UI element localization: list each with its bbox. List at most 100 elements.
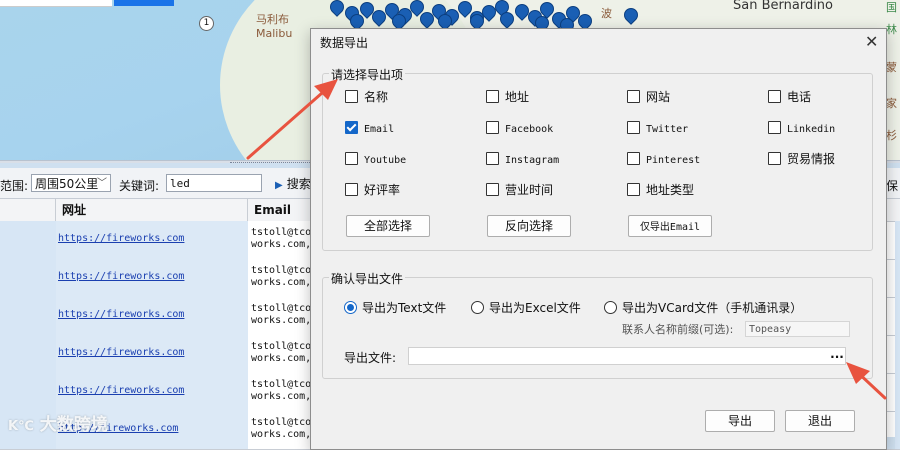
checkbox-box[interactable] — [345, 183, 358, 196]
checkbox-label: Facebook — [505, 124, 554, 135]
checkbox-box[interactable] — [486, 183, 499, 196]
url-link[interactable]: https://fireworks.com — [58, 309, 184, 320]
row-selector[interactable] — [0, 373, 57, 411]
map-label-malibu-cn: 马利布 — [256, 13, 289, 26]
keyword-label: 关键词: — [119, 179, 160, 193]
chevron-down-icon: ﹀ — [97, 178, 107, 189]
invert-select-button[interactable]: 反向选择 — [487, 215, 571, 237]
checkbox-6[interactable]: Twitter — [627, 121, 688, 137]
checkbox-2[interactable]: 网站 — [627, 90, 670, 106]
url-link[interactable]: https://fireworks.com — [58, 271, 184, 282]
email-text: works.com,s — [251, 353, 318, 364]
email-text: tstoll@tcor — [251, 227, 318, 238]
checkbox-13[interactable]: 营业时间 — [486, 183, 553, 199]
checkbox-14[interactable]: 地址类型 — [627, 183, 694, 199]
checkbox-7[interactable]: Linkedin — [768, 121, 835, 137]
checkbox-3[interactable]: 电话 — [768, 90, 811, 106]
radio-dot[interactable] — [604, 301, 617, 314]
close-icon[interactable]: ✕ — [865, 32, 878, 51]
row-tail — [895, 259, 900, 297]
checkbox-box[interactable] — [345, 90, 358, 103]
map-search-button[interactable] — [114, 0, 174, 6]
checkbox-box[interactable] — [345, 121, 358, 134]
checkbox-box[interactable] — [486, 121, 499, 134]
url-cell: https://fireworks.com — [56, 335, 249, 373]
checkbox-4[interactable]: Email — [345, 121, 394, 137]
checkbox-label: Email — [364, 124, 395, 135]
search-button[interactable]: ▶ 搜索 — [275, 175, 311, 192]
export-file-input[interactable] — [408, 347, 846, 365]
checkbox-9[interactable]: Instagram — [486, 152, 559, 168]
radio-dot[interactable] — [344, 301, 357, 314]
export-fields-group: 请选择导出项 名称 地址 网站 电话 Email Facebook Twitter Linke… — [322, 66, 873, 251]
column-header-email[interactable]: Email — [248, 199, 318, 221]
export-format-radio-2[interactable]: 导出为VCard文件（手机通讯录） — [604, 301, 802, 317]
checkbox-box[interactable] — [627, 121, 640, 134]
column-header-tail — [895, 199, 900, 221]
checkbox-12[interactable]: 好评率 — [345, 183, 400, 199]
checkbox-label: Instagram — [505, 155, 560, 166]
map-label-right-5: 杉 — [886, 129, 897, 142]
url-link[interactable]: https://fireworks.com — [58, 385, 184, 396]
contact-prefix-input[interactable]: Topeasy — [745, 321, 850, 337]
select-all-button[interactable]: 全部选择 — [346, 215, 430, 237]
email-text: works.com,s — [251, 429, 318, 440]
row-selector[interactable] — [0, 259, 57, 297]
checkbox-label: 网站 — [646, 90, 671, 104]
checkbox-11[interactable]: 贸易情报 — [768, 152, 835, 168]
export-format-radio-1[interactable]: 导出为Excel文件 — [471, 301, 581, 317]
checkbox-box[interactable] — [486, 90, 499, 103]
email-text: tstoll@tcor — [251, 417, 318, 428]
checkbox-box[interactable] — [627, 152, 640, 165]
exit-button[interactable]: 退出 — [785, 410, 855, 432]
checkbox-0[interactable]: 名称 — [345, 90, 388, 106]
search-button-label: 搜索 — [286, 177, 311, 191]
row-selector[interactable] — [0, 221, 57, 259]
email-text: works.com,s — [251, 277, 318, 288]
column-header-url[interactable]: 网址 — [56, 199, 248, 221]
keyword-input[interactable]: led — [166, 174, 262, 192]
url-link[interactable]: https://fireworks.com — [58, 233, 184, 244]
row-selector[interactable] — [0, 297, 57, 335]
checkbox-5[interactable]: Facebook — [486, 121, 553, 137]
checkbox-box[interactable] — [486, 152, 499, 165]
map-search-box[interactable] — [0, 0, 112, 7]
checkbox-label: 营业时间 — [505, 183, 554, 197]
checkbox-box[interactable] — [345, 152, 358, 165]
email-cell: tstoll@tcor works.com,s — [248, 297, 318, 335]
url-cell: https://fireworks.com — [56, 297, 249, 335]
export-format-radio-0[interactable]: 导出为Text文件 — [344, 301, 446, 317]
export-email-only-button[interactable]: 仅导出Email — [628, 215, 712, 237]
checkbox-box[interactable] — [768, 90, 781, 103]
email-cell: tstoll@tcor works.com,s — [248, 411, 318, 449]
map-label-bo: 波 — [601, 7, 612, 20]
checkbox-1[interactable]: 地址 — [486, 90, 529, 106]
email-text: works.com,s — [251, 391, 318, 402]
checkbox-box[interactable] — [627, 90, 640, 103]
browse-button[interactable]: ... — [827, 347, 847, 365]
checkbox-box[interactable] — [768, 121, 781, 134]
url-link[interactable]: https://fireworks.com — [58, 347, 184, 358]
checkbox-label: Pinterest — [646, 155, 701, 166]
export-file-legend: 确认导出文件 — [329, 270, 406, 287]
checkbox-10[interactable]: Pinterest — [627, 152, 700, 168]
email-text: tstoll@tcor — [251, 265, 318, 276]
watermark-logo: K℃ 大数跨境 — [8, 415, 108, 435]
map-label-right-4: 家 — [886, 97, 897, 110]
splitter-grip[interactable] — [230, 162, 310, 163]
checkbox-8[interactable]: Youtube — [345, 152, 406, 168]
checkbox-label: Youtube — [364, 155, 407, 166]
column-header-blank — [0, 199, 56, 221]
export-button[interactable]: 导出 — [705, 410, 775, 432]
row-selector[interactable] — [0, 335, 57, 373]
row-tail — [895, 373, 900, 411]
email-text: tstoll@tcor — [251, 379, 318, 390]
checkbox-box[interactable] — [768, 152, 781, 165]
save-button[interactable]: 保 — [886, 177, 898, 194]
checkbox-box[interactable] — [627, 183, 640, 196]
checkbox-label: 贸易情报 — [787, 152, 836, 166]
checkbox-label: 名称 — [364, 90, 389, 104]
radio-dot[interactable] — [471, 301, 484, 314]
email-cell: tstoll@tcor works.com,s — [248, 259, 318, 297]
range-select[interactable]: 周围50公里 ﹀ — [31, 174, 111, 192]
